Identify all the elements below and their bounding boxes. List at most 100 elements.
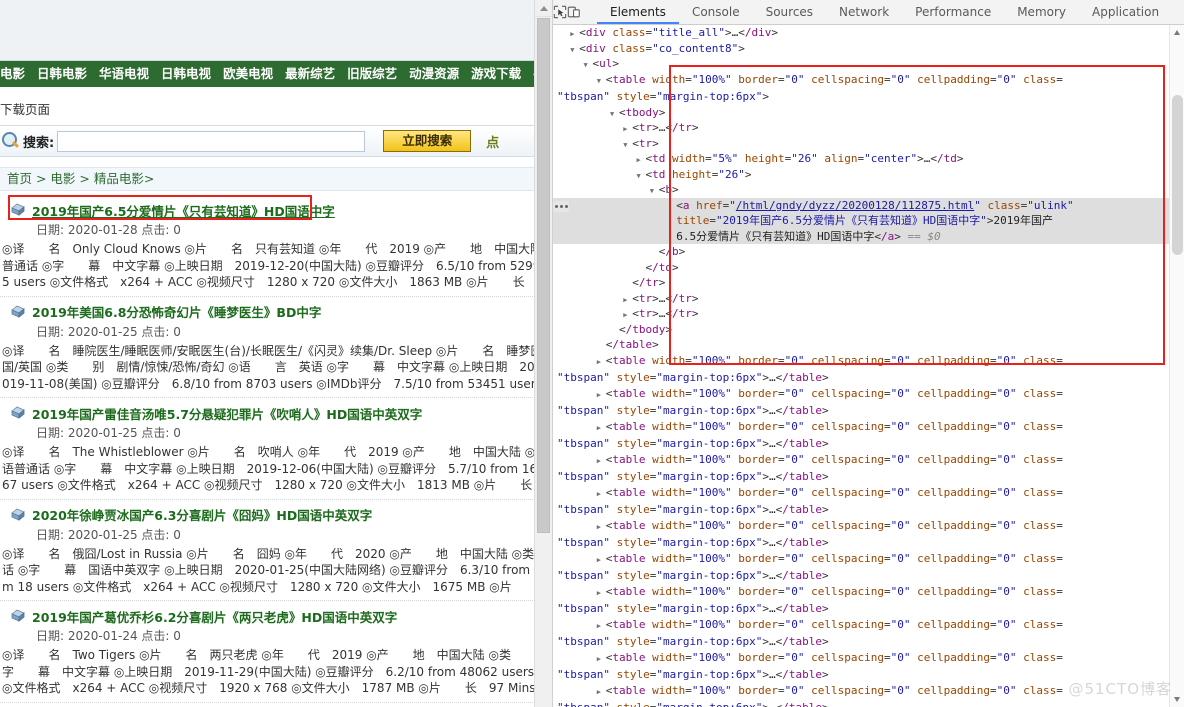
dom-tree-collapsed-table[interactable]: <table width="100%" border="0" cellspaci… [553,683,1169,707]
dom-tree-collapsed-table[interactable]: <table width="100%" border="0" cellspaci… [553,452,1169,485]
devtools-scroll-up-icon[interactable] [1170,25,1184,40]
devtools-toolbar: Elements Console Sources Network Performance… [553,0,1184,25]
chevron-right-icon [597,353,606,371]
search-submit-button[interactable]: 立即搜索 [383,130,472,152]
tab-memory[interactable]: Memory [1004,0,1079,24]
movie-list-item[interactable]: 2019年国产雷佳音汤唯5.7分悬疑犯罪片《吹哨人》HD国语中英双字 日期: 20… [0,398,545,500]
dom-tree-line[interactable]: </td> [553,260,1169,276]
dom-tree-line[interactable]: <td width="5%" height="26" align="center… [553,151,1169,167]
nav-item-4[interactable]: 欧美电视 [217,61,279,87]
disc-icon [10,202,26,218]
dom-tree-collapsed-table[interactable]: <table width="100%" border="0" cellspaci… [553,551,1169,584]
movie-info-line: 字 幕 中文字幕 ◎上映日期 2019-11-29(中国大陆) ◎豆瓣评分 6.… [2,664,545,679]
inspect-cursor-icon[interactable] [553,0,567,24]
dom-tree-collapsed-table[interactable]: <table width="100%" border="0" cellspaci… [553,419,1169,452]
tab-performance[interactable]: Performance [902,0,1004,24]
device-toolbar-icon[interactable] [567,0,581,24]
movie-info-line: 话 ◎字 幕 国语中英双字 ◎上映日期 2020-01-25(中国大陆网络) ◎… [2,563,545,577]
dom-tree-selected-node[interactable]: <a href="/html/gndy/dyzz/20200128/112875… [553,197,1169,244]
movie-info: ◎译 名 Only Cloud Knows ◎片 名 只有芸知道 ◎年 代 20… [0,240,545,293]
dom-tree-line[interactable]: <ul> [553,56,1169,72]
movie-info-line: ◎译 名 Two Tigers ◎片 名 两只老虎 ◎年 代 2019 ◎产 地… [2,648,545,662]
disc-icon [10,304,26,320]
dom-tree-line[interactable]: <tr>…</tr> [553,306,1169,322]
movie-info-line: ◎译 名 Only Cloud Knows ◎片 名 只有芸知道 ◎年 代 20… [2,242,545,256]
tab-elements[interactable]: Elements [597,0,679,24]
dom-tree-line[interactable]: </table> [553,337,1169,353]
breadcrumb: 首页 > 电影 > 精品电影> [0,167,539,191]
dom-tree-collapsed-table[interactable]: <table width="100%" border="0" cellspaci… [553,584,1169,617]
chevron-right-icon [597,617,606,635]
tab-console[interactable]: Console [679,0,753,24]
dom-tree-collapsed-table[interactable]: <table width="100%" border="0" cellspaci… [553,485,1169,518]
site-navbar: 电影日韩电影华语电视日韩电视欧美电视最新综艺旧版综艺动漫资源游戏下载手机电影加入 [0,60,534,87]
nav-item-6[interactable]: 旧版综艺 [341,61,403,87]
search-secondary-label[interactable]: 点 [486,132,499,151]
movie-title-link[interactable]: 2019年国产雷佳音汤唯5.7分悬疑犯罪片《吹哨人》HD国语中英双字 [32,404,422,423]
dom-tree-collapsed-table[interactable]: <table width="100%" border="0" cellspaci… [553,353,1169,386]
search-input[interactable] [57,130,366,152]
dom-tree-line[interactable]: <div class="title_all">…</div> [553,25,1169,41]
devtools-panel: Elements Console Sources Network Performance… [552,0,1184,707]
dom-tree-collapsed-table[interactable]: <table width="100%" border="0" cellspaci… [553,650,1169,683]
tab-secur[interactable]: Secur [1172,0,1184,24]
dom-tree-line[interactable]: <tr> [553,136,1169,152]
chevron-right-icon [597,650,606,668]
movie-title-link[interactable]: 2019年国产6.5分爱情片《只有芸知道》HD国语中字 [32,201,335,220]
movie-head: 2019年美国6.8分恐怖奇幻片《睡梦医生》BD中字 [0,301,545,323]
page-vertical-scrollbar[interactable] [534,0,552,707]
dom-tree-line[interactable]: </tr> [553,275,1169,291]
movie-title-link[interactable]: 2020年徐峥贾冰国产6.3分喜剧片《囧妈》HD国语中英双字 [32,505,372,524]
tab-sources[interactable]: Sources [753,0,826,24]
devtools-vertical-scrollbar[interactable] [1169,25,1184,707]
search-icon [0,130,21,152]
dom-tree-line[interactable]: <tr>…</tr> [553,120,1169,136]
movie-head: 2019年国产雷佳音汤唯5.7分悬疑犯罪片《吹哨人》HD国语中英双字 [0,402,545,424]
dom-tree-line[interactable]: <tr>…</tr> [553,291,1169,307]
download-page-label: 下载页面 [0,102,51,117]
scrollbar-thumb[interactable] [537,18,550,533]
tab-application[interactable]: Application [1079,0,1172,24]
movie-list-item[interactable]: 2019年国产6.5分爱情片《只有芸知道》HD国语中字 日期: 2020-01-2… [0,195,545,297]
nav-item-0[interactable]: 电影 [0,61,31,87]
dom-tree-collapsed-table[interactable]: <table width="100%" border="0" cellspaci… [553,518,1169,551]
movie-list-item[interactable]: 2019年大陆香港7.2分剧情家庭片《花椒之味》BD国粤双语中字日期: 2020… [0,703,545,707]
devtools-scrollbar-thumb[interactable] [1172,95,1183,255]
movie-date: 日期: 2020-01-25 点击: 0 [36,324,181,339]
disc-icon [10,405,26,421]
dom-tree-line[interactable]: <table width="100%" border="0" cellspaci… [553,72,1169,105]
movie-info-line: 019-11-08(美国) ◎豆瓣评分 6.8/10 from 8703 use… [2,376,542,391]
dom-tree-line[interactable]: <b> [553,182,1169,198]
movie-date: 日期: 2020-01-25 点击: 0 [36,527,181,542]
dom-tree-line[interactable]: <tbody> [553,105,1169,121]
dom-tree-collapsed-table[interactable]: <table width="100%" border="0" cellspaci… [553,617,1169,650]
tab-network[interactable]: Network [826,0,902,24]
devtools-tabs: Elements Console Sources Network Performance… [597,0,1184,24]
chevron-right-icon [597,485,606,503]
movie-info: ◎译 名 The Whistleblower ◎片 名 吹哨人 ◎年 代 201… [0,443,545,496]
scroll-up-arrow-icon[interactable] [535,0,552,17]
movie-info-line: 67 users ◎文件格式 x264 + ACC ◎视频尺寸 1280 x 7… [2,478,533,492]
nav-item-7[interactable]: 动漫资源 [403,61,465,87]
nav-item-5[interactable]: 最新综艺 [279,61,341,87]
nav-item-1[interactable]: 日韩电影 [31,61,93,87]
disc-icon [10,608,26,624]
dom-tree-line[interactable]: <div class="co_content8"> [553,41,1169,57]
dom-tree-line[interactable]: </b> [553,244,1169,260]
dom-tree-line[interactable]: <td height="26"> [553,167,1169,183]
movie-info-line: ◎译 名 俄囧/Lost in Russia ◎片 名 囧妈 ◎年 代 2020… [2,546,545,561]
movie-title-link[interactable]: 2019年美国6.8分恐怖奇幻片《睡梦医生》BD中字 [32,302,321,321]
dom-tree-collapsed-table[interactable]: <table width="100%" border="0" cellspaci… [553,386,1169,419]
dom-tree-line[interactable]: </tbody> [553,322,1169,338]
movie-list-item[interactable]: 2019年美国6.8分恐怖奇幻片《睡梦医生》BD中字日期: 2020-01-25… [0,297,545,398]
movie-list-item[interactable]: 2019年国产葛优乔杉6.2分喜剧片《两只老虎》HD国语中英双字 日期: 2020… [0,601,545,703]
devtools-scroll-down-icon[interactable] [1170,692,1184,707]
row-overflow-dots-icon[interactable] [553,201,569,212]
movie-title-link[interactable]: 2019年国产葛优乔杉6.2分喜剧片《两只老虎》HD国语中英双字 [32,607,397,626]
nav-item-2[interactable]: 华语电视 [93,61,155,87]
nav-item-9[interactable]: 手机电影 [527,61,534,87]
movie-list-item[interactable]: 2020年徐峥贾冰国产6.3分喜剧片《囧妈》HD国语中英双字日期: 2020-0… [0,500,545,601]
nav-item-3[interactable]: 日韩电视 [155,61,217,87]
dom-tree[interactable]: <div class="title_all">…</div> <div clas… [553,25,1169,707]
nav-item-8[interactable]: 游戏下载 [465,61,527,87]
